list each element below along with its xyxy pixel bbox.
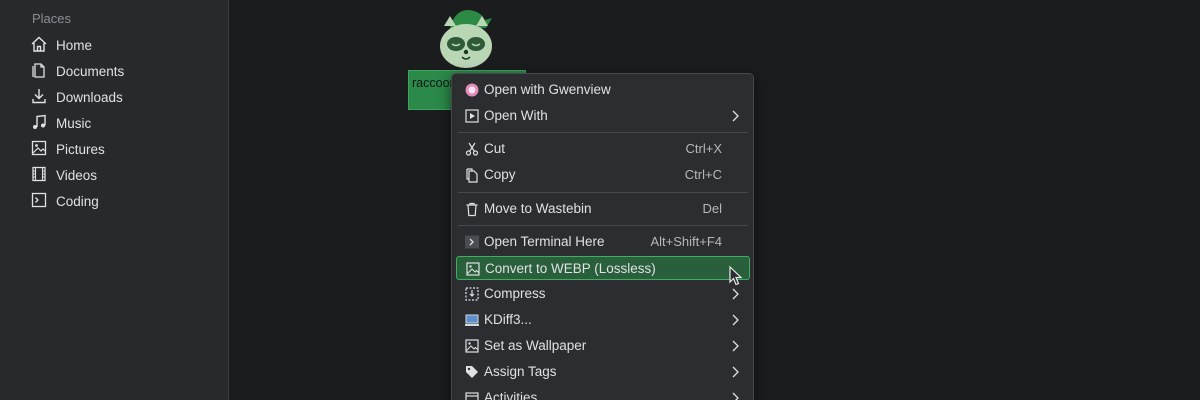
chevron-right-icon: [730, 339, 740, 353]
menu-item-shortcut: Alt+Shift+F4: [650, 234, 722, 249]
raccoon-thumbnail[interactable]: [430, 8, 502, 72]
menu-item-label: Copy: [484, 167, 516, 182]
context-menu: Open with Gwenview Open With Cut Ctrl+X …: [451, 73, 754, 400]
menu-item-open-with[interactable]: Open With: [456, 104, 750, 128]
wallpaper-icon: [464, 338, 480, 354]
documents-icon: [30, 61, 48, 82]
menu-item-move-to-wastebin[interactable]: Move to Wastebin Del: [456, 197, 750, 221]
trash-icon: [464, 201, 480, 217]
sidebar-item-label: Music: [56, 115, 92, 131]
pictures-icon: [30, 139, 48, 160]
menu-item-open-terminal-here[interactable]: Open Terminal Here Alt+Shift+F4: [456, 230, 750, 254]
sidebar-item-documents[interactable]: Documents: [30, 59, 220, 83]
home-icon: [30, 35, 48, 56]
open-with-icon: [464, 108, 480, 124]
chevron-right-icon: [730, 391, 740, 400]
menu-item-shortcut: Del: [702, 201, 722, 216]
sidebar-item-downloads[interactable]: Downloads: [30, 85, 220, 109]
compress-icon: [464, 286, 480, 302]
sidebar-item-label: Documents: [56, 63, 125, 79]
chevron-right-icon: [730, 365, 740, 379]
menu-item-shortcut: Ctrl+C: [684, 167, 722, 182]
menu-item-label: Move to Wastebin: [484, 201, 592, 216]
menu-item-label: Open with Gwenview: [484, 82, 611, 97]
scissors-icon: [464, 141, 480, 157]
sidebar-item-home[interactable]: Home: [30, 33, 220, 57]
image-icon: [465, 261, 481, 277]
downloads-icon: [30, 87, 48, 108]
menu-item-label: Cut: [484, 141, 506, 156]
gwenview-icon: [464, 82, 480, 98]
sidebar-item-videos[interactable]: Videos: [30, 163, 220, 187]
music-icon: [30, 113, 48, 134]
sidebar-item-label: Videos: [56, 167, 98, 183]
menu-item-label: Set as Wallpaper: [484, 338, 587, 353]
menu-item-convert-to-webp[interactable]: Convert to WEBP (Lossless): [456, 256, 750, 280]
menu-separator: [458, 192, 748, 193]
file-name-text: raccoon: [412, 76, 457, 90]
menu-item-label: Convert to WEBP (Lossless): [485, 261, 656, 276]
places-sidebar: Places Home Documents Downloads Music Pi…: [0, 0, 229, 400]
menu-item-label: Compress: [484, 286, 546, 301]
activities-icon: [464, 390, 480, 400]
menu-item-shortcut: Ctrl+X: [685, 141, 722, 156]
menu-item-cut[interactable]: Cut Ctrl+X: [456, 137, 750, 161]
copy-icon: [464, 167, 480, 183]
menu-item-assign-tags[interactable]: Assign Tags: [456, 360, 750, 384]
menu-item-copy[interactable]: Copy Ctrl+C: [456, 163, 750, 187]
menu-item-set-as-wallpaper[interactable]: Set as Wallpaper: [456, 334, 750, 358]
sidebar-item-label: Pictures: [56, 141, 105, 157]
sidebar-item-label: Home: [56, 37, 93, 53]
menu-separator: [458, 132, 748, 133]
sidebar-item-pictures[interactable]: Pictures: [30, 137, 220, 161]
menu-item-label: Activities: [484, 390, 538, 400]
chevron-right-icon: [730, 287, 740, 301]
menu-separator: [458, 225, 748, 226]
menu-item-label: Assign Tags: [484, 364, 557, 379]
tag-icon: [464, 364, 480, 380]
sidebar-item-label: Coding: [56, 193, 99, 209]
sidebar-item-music[interactable]: Music: [30, 111, 220, 135]
places-heading: Places: [32, 11, 72, 26]
mouse-cursor-icon: [729, 265, 743, 286]
terminal-icon: [30, 191, 48, 212]
menu-item-compress[interactable]: Compress: [456, 282, 750, 306]
kdiff3-icon: [464, 312, 480, 328]
sidebar-item-label: Downloads: [56, 89, 123, 105]
sidebar-item-coding[interactable]: Coding: [30, 189, 220, 213]
menu-item-label: KDiff3...: [484, 312, 532, 327]
videos-icon: [30, 165, 48, 186]
terminal-icon: [464, 234, 480, 250]
menu-item-label: Open With: [484, 108, 548, 123]
chevron-right-icon: [730, 313, 740, 327]
menu-item-label: Open Terminal Here: [484, 234, 605, 249]
menu-item-activities[interactable]: Activities: [456, 386, 750, 400]
menu-item-open-with-gwenview[interactable]: Open with Gwenview: [456, 78, 750, 102]
menu-item-kdiff3[interactable]: KDiff3...: [456, 308, 750, 332]
chevron-right-icon: [730, 109, 740, 123]
